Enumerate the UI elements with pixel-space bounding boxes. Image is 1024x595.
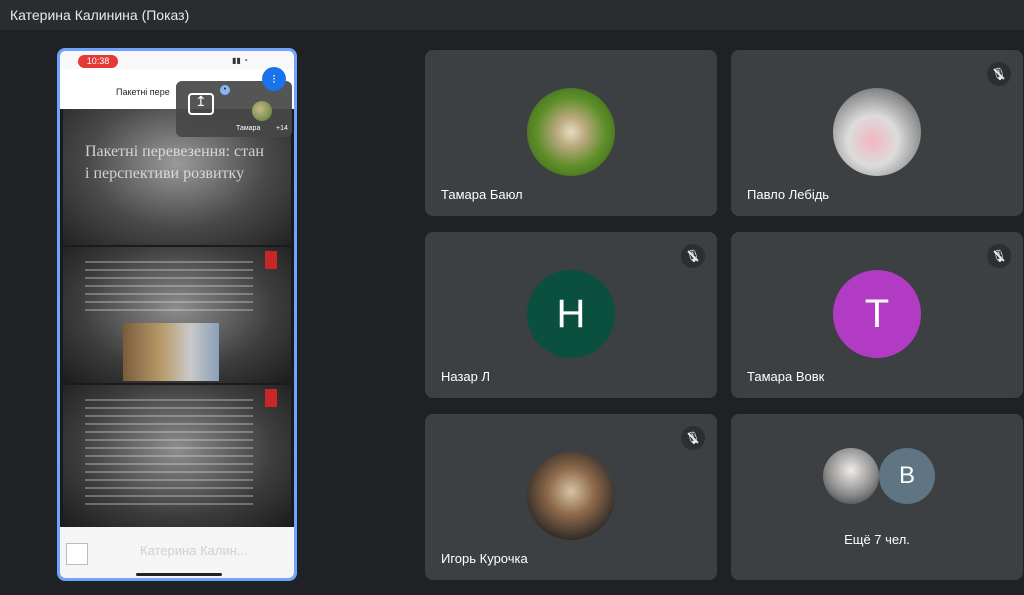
status-time: 10:38 xyxy=(78,55,118,68)
slide-text-lines xyxy=(85,393,253,511)
participant-name: Павло Лебідь xyxy=(747,187,830,202)
mic-off-icon: 🎙 xyxy=(987,62,1011,86)
slide-2 xyxy=(63,247,291,383)
self-view-pip[interactable]: • ⁝ Тамара +14 xyxy=(176,67,292,137)
mic-off-icon: 🎙 xyxy=(681,244,705,268)
home-indicator xyxy=(136,573,222,576)
presenter-footer: Катерина Калин... xyxy=(60,527,294,578)
participant-tile[interactable]: Тамара Баюл xyxy=(425,50,717,216)
document-title: Пакетні пере xyxy=(116,87,170,97)
mic-off-icon: 🎙 xyxy=(681,426,705,450)
avatar: T xyxy=(833,270,921,358)
slide-title: Пакетні перевезення: стан і перспективи … xyxy=(85,143,264,182)
more-participants-tile[interactable]: B Ещё 7 чел. xyxy=(731,414,1023,580)
participant-tile[interactable]: 🎙 Игорь Курочка xyxy=(425,414,717,580)
participant-tile[interactable]: 🎙 Павло Лебідь xyxy=(731,50,1023,216)
top-bar: Катерина Калинина (Показ) xyxy=(0,0,1024,30)
avatar xyxy=(833,88,921,176)
phone-status-bar: 10:38 ▮▮ ◔ xyxy=(60,51,294,69)
slide-3 xyxy=(63,385,291,527)
present-screen-icon[interactable] xyxy=(188,93,214,115)
slide-marker xyxy=(265,389,277,407)
pin-icon[interactable]: • xyxy=(220,85,230,95)
presenter-name: Катерина Калин... xyxy=(140,543,248,558)
pip-name: Тамара xyxy=(236,125,261,132)
participant-name: Тамара Вовк xyxy=(747,369,825,384)
participant-name: Игорь Курочка xyxy=(441,551,528,566)
avatar: B xyxy=(879,448,935,504)
avatar xyxy=(823,448,879,504)
participant-tile[interactable]: 🎙 T Тамара Вовк xyxy=(731,232,1023,398)
slide-text-lines xyxy=(85,255,253,317)
participant-name: Тамара Баюл xyxy=(441,187,523,202)
slide-photo xyxy=(123,323,219,381)
slide-marker xyxy=(265,251,277,269)
shared-screen[interactable]: 10:38 ▮▮ ◔ Пакетні пере Пакетні перевезе… xyxy=(57,48,297,581)
presenter-thumbnail xyxy=(66,543,88,565)
participant-name: Назар Л xyxy=(441,369,491,384)
audio-level-icon: ⁝ xyxy=(262,67,286,91)
more-participants-label: Ещё 7 чел. xyxy=(844,532,910,547)
avatar xyxy=(527,452,615,540)
avatar xyxy=(252,101,272,121)
mic-off-icon: 🎙 xyxy=(987,244,1011,268)
signal-icon: ▮▮ ◔ xyxy=(232,56,248,65)
avatar xyxy=(527,88,615,176)
avatar: Н xyxy=(527,270,615,358)
pip-count: +14 xyxy=(276,125,288,132)
participant-tile[interactable]: 🎙 Н Назар Л xyxy=(425,232,717,398)
window-title: Катерина Калинина (Показ) xyxy=(10,7,190,23)
